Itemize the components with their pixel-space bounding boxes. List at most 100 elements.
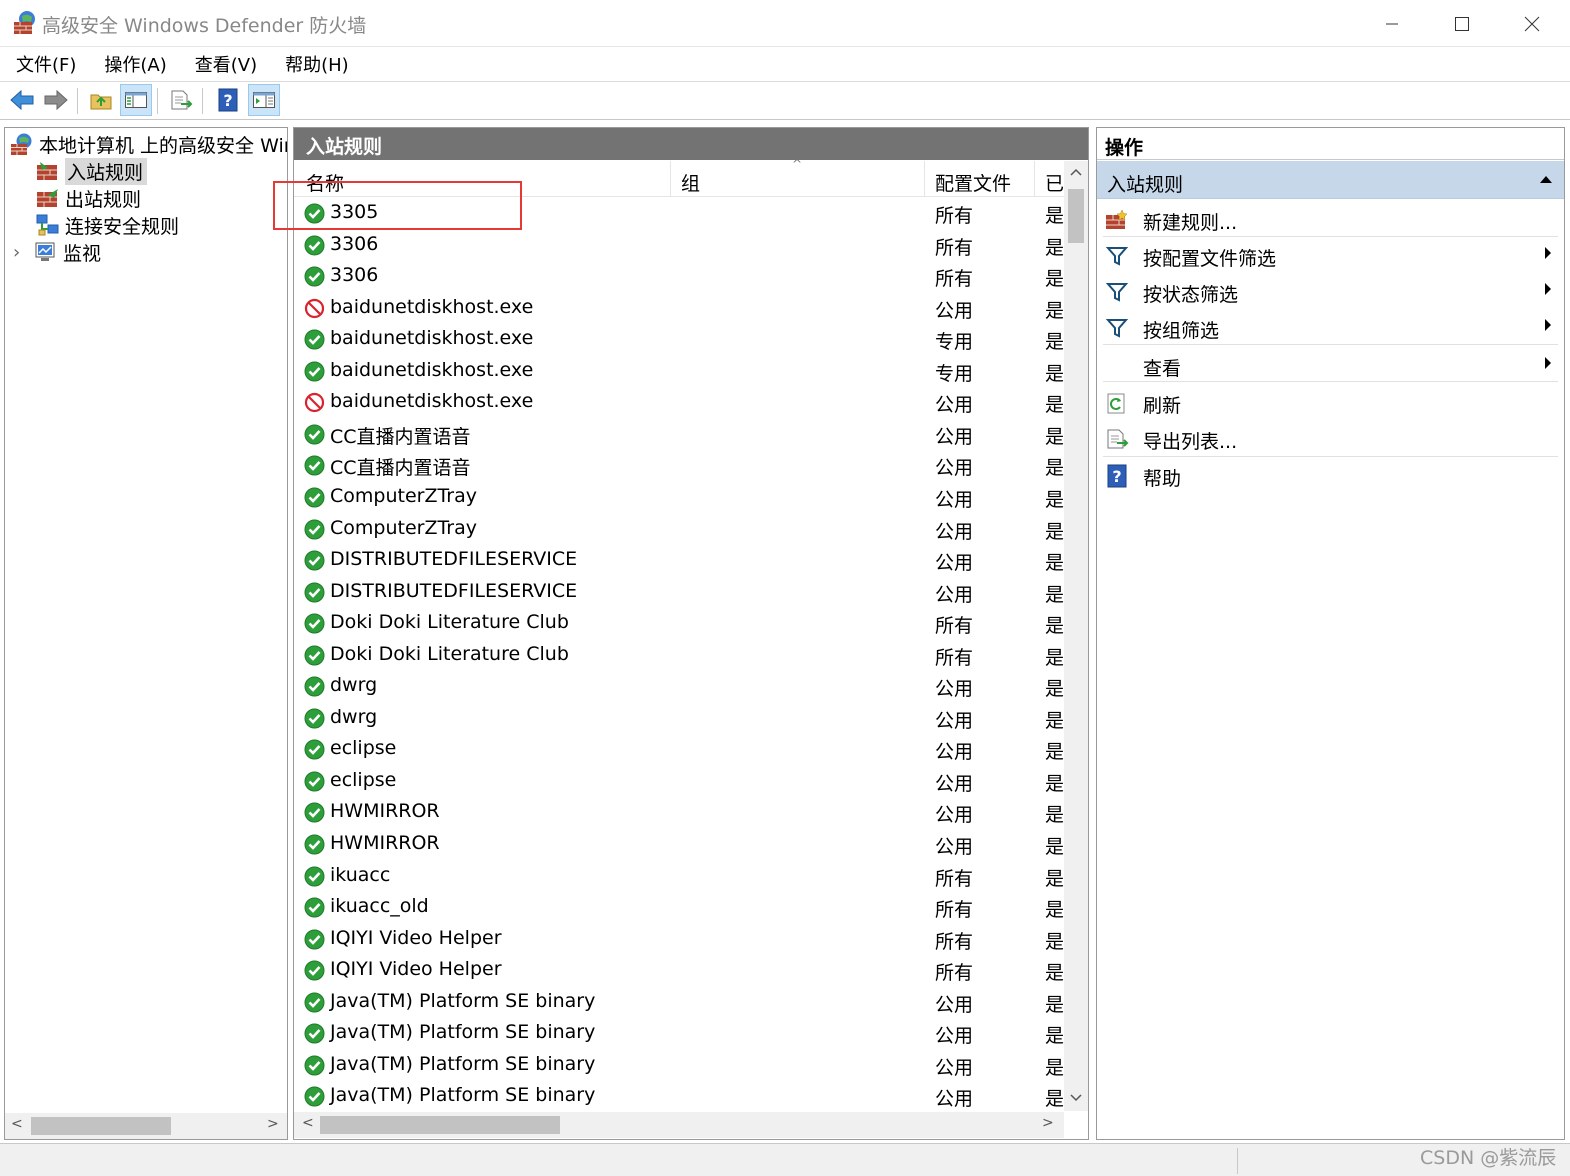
table-row[interactable]: Java(TM) Platform SE binary 公用 是 <box>294 1050 1064 1081</box>
table-row[interactable]: HWMIRROR 公用 是 <box>294 829 1064 860</box>
help-button[interactable]: ? <box>212 84 244 116</box>
filter-by-group-action[interactable]: 按组筛选 <box>1097 310 1564 346</box>
table-row[interactable]: baidunetdiskhost.exe 专用 是 <box>294 324 1064 355</box>
table-row[interactable]: Doki Doki Literature Club 所有 是 <box>294 640 1064 671</box>
table-row[interactable]: DISTRIBUTEDFILESERVICE 公用 是 <box>294 545 1064 576</box>
rule-enabled: 是 <box>1045 741 1064 763</box>
table-row[interactable]: CC直播内置语音 公用 是 <box>294 419 1064 450</box>
scroll-right-icon[interactable]: > <box>267 1116 279 1132</box>
actions-section-header[interactable]: 入站规则 <box>1097 161 1564 199</box>
menu-help[interactable]: 帮助(H) <box>269 51 361 77</box>
scroll-left-icon[interactable]: < <box>302 1115 314 1131</box>
tree-item-outbound-rules[interactable]: 出站规则 <box>35 185 141 211</box>
tree-item-connection-security-rules[interactable]: 连接安全规则 <box>35 212 179 238</box>
help-action[interactable]: ? 帮助 <box>1097 458 1564 494</box>
scroll-left-icon[interactable]: < <box>11 1116 23 1132</box>
rule-enabled: 是 <box>1045 205 1064 227</box>
column-header-profile[interactable]: 配置文件 <box>935 169 1011 196</box>
table-row[interactable]: baidunetdiskhost.exe 专用 是 <box>294 356 1064 387</box>
menu-view[interactable]: 查看(V) <box>179 51 269 77</box>
rules-vertical-scrollbar[interactable] <box>1064 161 1088 1111</box>
toolbar-separator <box>202 88 203 114</box>
tree-horizontal-scrollbar[interactable]: < > <box>5 1113 287 1139</box>
export-list-action[interactable]: 导出列表... <box>1097 421 1564 457</box>
table-row[interactable]: HWMIRROR 公用 是 <box>294 797 1064 828</box>
filter-by-profile-action[interactable]: 按配置文件筛选 <box>1097 238 1564 274</box>
show-hide-action-pane-button[interactable] <box>248 84 280 116</box>
filter-by-state-action[interactable]: 按状态筛选 <box>1097 274 1564 310</box>
table-row[interactable]: baidunetdiskhost.exe 公用 是 <box>294 387 1064 418</box>
scroll-right-icon[interactable]: > <box>1042 1115 1054 1131</box>
tree-root[interactable]: 本地计算机 上的高级安全 Winc <box>9 131 287 157</box>
minimize-button[interactable] <box>1357 0 1427 47</box>
rules-horizontal-scrollbar[interactable]: < > <box>294 1112 1064 1138</box>
table-row[interactable]: baidunetdiskhost.exe 公用 是 <box>294 293 1064 324</box>
menu-action[interactable]: 操作(A) <box>88 51 178 77</box>
table-row[interactable]: eclipse 公用 是 <box>294 734 1064 765</box>
rule-enabled: 是 <box>1045 300 1064 322</box>
rule-profile: 公用 <box>935 773 974 795</box>
table-row[interactable]: 3306 所有 是 <box>294 261 1064 292</box>
scroll-up-icon[interactable] <box>1070 165 1082 181</box>
block-icon <box>304 392 325 413</box>
forward-button[interactable] <box>40 84 72 116</box>
column-header-group[interactable]: 组 <box>681 169 700 196</box>
new-rule-icon <box>1105 208 1129 232</box>
table-row[interactable]: 3306 所有 是 <box>294 230 1064 261</box>
table-row[interactable]: Java(TM) Platform SE binary 公用 是 <box>294 1018 1064 1049</box>
watermark: CSDN @紫流辰 <box>1420 1147 1557 1169</box>
column-header-name[interactable]: 名称 <box>306 169 344 196</box>
up-folder-button[interactable] <box>85 84 117 116</box>
close-icon <box>1524 16 1540 31</box>
table-row[interactable]: ComputerZTray 公用 是 <box>294 482 1064 513</box>
tree-item-label: 出站规则 <box>65 188 142 211</box>
table-row[interactable]: CC直播内置语音 公用 是 <box>294 450 1064 481</box>
table-row[interactable]: IQIYI Video Helper 所有 是 <box>294 955 1064 986</box>
scroll-thumb[interactable] <box>1068 189 1084 243</box>
submenu-arrow-icon <box>1543 317 1553 337</box>
navigation-tree: 本地计算机 上的高级安全 Winc 入站规则 出站规则 连接安全规则 › 监视 … <box>4 127 288 1140</box>
back-button[interactable] <box>6 84 38 116</box>
collapse-up-icon[interactable] <box>1539 173 1553 188</box>
table-row[interactable]: DISTRIBUTEDFILESERVICE 公用 是 <box>294 577 1064 608</box>
tree-item-monitoring[interactable]: › 监视 <box>13 239 101 265</box>
tree-item-inbound-rules[interactable]: 入站规则 <box>35 157 148 185</box>
refresh-action[interactable]: 刷新 <box>1097 385 1564 421</box>
rule-profile: 所有 <box>935 899 974 921</box>
table-row[interactable]: 3305 所有 是 <box>294 198 1064 229</box>
scroll-thumb[interactable] <box>320 1116 560 1134</box>
new-rule-action[interactable]: 新建规则... <box>1097 202 1564 238</box>
table-row[interactable]: ikuacc_old 所有 是 <box>294 892 1064 923</box>
rule-name: Doki Doki Literature Club <box>330 611 569 633</box>
close-button[interactable] <box>1497 0 1567 47</box>
allow-check-icon <box>304 235 325 256</box>
export-list-button[interactable] <box>165 84 197 116</box>
column-divider[interactable] <box>1034 161 1035 197</box>
table-row[interactable]: dwrg 公用 是 <box>294 671 1064 702</box>
forward-icon <box>44 89 68 111</box>
column-divider[interactable] <box>670 161 671 197</box>
rule-name: 3306 <box>330 233 379 255</box>
table-row[interactable]: Java(TM) Platform SE binary 公用 是 <box>294 987 1064 1018</box>
title-bar: 高级安全 Windows Defender 防火墙 <box>0 0 1570 47</box>
table-row[interactable]: ikuacc 所有 是 <box>294 861 1064 892</box>
table-row[interactable]: eclipse 公用 是 <box>294 766 1064 797</box>
table-row[interactable]: dwrg 公用 是 <box>294 703 1064 734</box>
table-row[interactable]: IQIYI Video Helper 所有 是 <box>294 924 1064 955</box>
expand-chevron-icon[interactable]: › <box>13 242 33 263</box>
show-hide-tree-button[interactable] <box>120 84 152 116</box>
action-separator <box>1103 344 1558 345</box>
table-row[interactable]: Doki Doki Literature Club 所有 是 <box>294 608 1064 639</box>
rule-enabled: 是 <box>1045 678 1064 700</box>
scroll-thumb[interactable] <box>31 1117 171 1135</box>
column-divider[interactable] <box>924 161 925 197</box>
scroll-down-icon[interactable] <box>1070 1091 1082 1107</box>
table-row[interactable]: Java(TM) Platform SE binary 公用 是 <box>294 1081 1064 1110</box>
rule-name: 3306 <box>330 264 379 286</box>
rule-profile: 公用 <box>935 836 974 858</box>
table-row[interactable]: ComputerZTray 公用 是 <box>294 514 1064 545</box>
view-action[interactable]: 查看 <box>1097 348 1564 384</box>
column-header-enabled[interactable]: 已 <box>1045 169 1064 196</box>
menu-file[interactable]: 文件(F) <box>0 51 88 77</box>
maximize-button[interactable] <box>1427 0 1497 47</box>
